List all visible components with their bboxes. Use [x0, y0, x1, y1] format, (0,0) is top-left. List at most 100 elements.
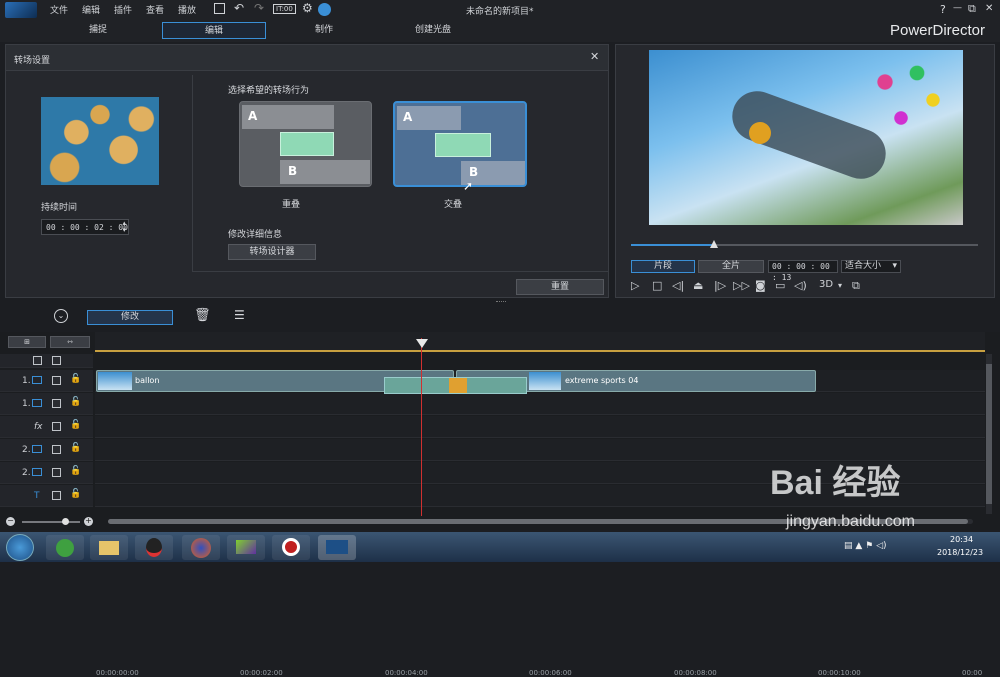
zoom-slider-thumb[interactable] [62, 518, 69, 525]
upgrade-icon[interactable] [318, 3, 331, 16]
track-enable-checkbox[interactable] [52, 399, 61, 408]
stop-icon[interactable]: □ [652, 279, 662, 292]
prev-frame-icon[interactable]: ◁| [672, 279, 684, 292]
track-header-all [0, 354, 93, 368]
expand-circle-icon[interactable]: ⌄ [54, 309, 68, 323]
taskbar-recorder-icon[interactable] [272, 535, 310, 560]
menu-plugins[interactable]: 插件 [114, 3, 132, 16]
restore-icon[interactable]: ⧉ [968, 2, 976, 16]
track-enable-checkbox[interactable] [52, 376, 61, 385]
track-lane[interactable] [95, 393, 985, 415]
fit-timeline-button[interactable]: ⇿ [50, 336, 90, 348]
transition-block [435, 133, 491, 157]
menu-play[interactable]: 播放 [178, 3, 196, 16]
lock-icon[interactable]: 🔓 [70, 443, 81, 453]
tray-icons[interactable]: ▤ ▲ ⚑ ◁) [844, 541, 887, 551]
duration-input[interactable]: 00 : 00 : 02 : 00 ▴ ▾ [41, 219, 129, 235]
close-icon[interactable]: ✕ [985, 3, 993, 14]
help-icon[interactable]: ? [940, 3, 946, 16]
play-icon[interactable]: ▷ [631, 279, 639, 292]
minimize-icon[interactable]: — [953, 3, 962, 13]
track-label: 1. [22, 399, 31, 409]
spinner-icon[interactable]: ▴ ▾ [122, 220, 126, 234]
modify-button[interactable]: 修改 [87, 310, 173, 325]
edit-list-icon[interactable]: ☰ [234, 308, 245, 322]
behavior-label: 选择希望的转场行为 [228, 86, 310, 96]
tab-capture[interactable]: 捕捉 [58, 22, 138, 39]
menu-view[interactable]: 查看 [146, 3, 164, 16]
fast-forward-icon[interactable]: ▷▷ [733, 279, 750, 292]
select-all-checkbox[interactable] [33, 356, 42, 365]
track-label: 2. [22, 468, 31, 478]
three-d-button[interactable]: 3D [819, 279, 833, 290]
enable-all-checkbox[interactable] [52, 356, 61, 365]
lock-icon[interactable]: 🔓 [70, 466, 81, 476]
taskbar-qq-icon[interactable] [135, 535, 173, 560]
next-frame-icon[interactable]: |▷ [714, 279, 726, 292]
menu-edit[interactable]: 编辑 [82, 3, 100, 16]
menu-file[interactable]: 文件 [50, 3, 68, 16]
track-lane[interactable] [95, 416, 985, 438]
track-enable-checkbox[interactable] [52, 445, 61, 454]
track-enable-checkbox[interactable] [52, 422, 61, 431]
settings-gear-icon[interactable]: ⚙ [302, 1, 313, 15]
start-button[interactable] [6, 534, 34, 561]
taskbar-app-icon[interactable] [227, 535, 265, 560]
track-label: 1. [22, 376, 31, 386]
taskbar-explorer-icon[interactable] [90, 535, 128, 560]
resize-grip[interactable] [496, 301, 506, 303]
track-enable-checkbox[interactable] [52, 491, 61, 500]
preview-timecode[interactable]: 00 : 00 : 00 : 13 [768, 260, 838, 282]
clock-date[interactable]: 2018/12/23 [937, 548, 983, 557]
mouse-cursor-icon: ➚ [463, 179, 474, 193]
mark-icon[interactable]: ⏏ [693, 279, 703, 292]
transition-option-overlap[interactable]: A B [239, 101, 372, 187]
snapshot-icon[interactable]: ◙ [755, 279, 766, 292]
zoom-slider[interactable] [22, 521, 80, 523]
playback-controls: ▷ □ ◁| ⏏ |▷ ▷▷ ◙ ▭ ◁) 3D ▾ ⧉ [631, 279, 881, 293]
zoom-in-icon[interactable]: + [84, 517, 93, 526]
transition-option-cross[interactable]: A B [393, 101, 527, 187]
subtitle-icon[interactable]: ▭ [775, 279, 785, 292]
transition-designer-button[interactable]: 转场设计器 [228, 244, 316, 260]
volume-icon[interactable]: ◁) [794, 279, 807, 292]
ruler-tick: 00:00:02:00 [240, 669, 283, 677]
tab-produce[interactable]: 制作 [284, 22, 364, 39]
timecode-format-icon[interactable]: IT:00 [273, 4, 296, 14]
zoom-out-icon[interactable]: − [6, 517, 15, 526]
ruler-tick: 00:00:06:00 [529, 669, 572, 677]
taskbar-app-360-icon[interactable] [46, 535, 84, 560]
panel-header: 转场设置 ✕ [6, 45, 608, 71]
reset-button[interactable]: 重置 [516, 279, 604, 295]
fit-size-select[interactable]: 适合大小 ▾ [841, 260, 901, 273]
taskbar-firefox-icon[interactable] [182, 535, 220, 560]
save-icon[interactable] [214, 3, 225, 14]
fit-size-value: 适合大小 [845, 261, 882, 271]
undo-icon[interactable]: ↶ [234, 1, 244, 15]
redo-icon[interactable]: ↷ [254, 1, 264, 15]
lock-icon[interactable]: 🔓 [70, 397, 81, 407]
undock-icon[interactable]: ⧉ [852, 279, 860, 293]
clock-time[interactable]: 20:34 [950, 535, 973, 544]
track-enable-checkbox[interactable] [52, 468, 61, 477]
preview-scrubber-thumb[interactable] [710, 240, 719, 248]
lock-icon[interactable]: 🔓 [70, 374, 81, 384]
playhead[interactable] [421, 338, 422, 516]
ruler-tick: 00:00:04:00 [385, 669, 428, 677]
preview-video [649, 50, 963, 225]
clip-mode-tab[interactable]: 片段 [631, 260, 695, 273]
time-ruler[interactable] [95, 332, 985, 352]
trash-icon[interactable]: 🗑 [194, 308, 211, 323]
transition-overlay[interactable] [384, 377, 527, 394]
track-manager-button[interactable]: ⊞ [8, 336, 46, 348]
playhead-handle[interactable] [416, 339, 428, 348]
option-cross-label: 交叠 [444, 200, 463, 210]
tab-edit[interactable]: 编辑 [162, 22, 266, 39]
lock-icon[interactable]: 🔓 [70, 489, 81, 499]
movie-mode-tab[interactable]: 全片 [698, 260, 764, 273]
lock-icon[interactable]: 🔓 [70, 420, 81, 430]
preview-scrubber-track[interactable] [631, 240, 978, 248]
panel-close-icon[interactable]: ✕ [590, 50, 599, 63]
tab-create-disc[interactable]: 创建光盘 [393, 22, 473, 39]
taskbar-powerdirector-icon[interactable] [318, 535, 356, 560]
